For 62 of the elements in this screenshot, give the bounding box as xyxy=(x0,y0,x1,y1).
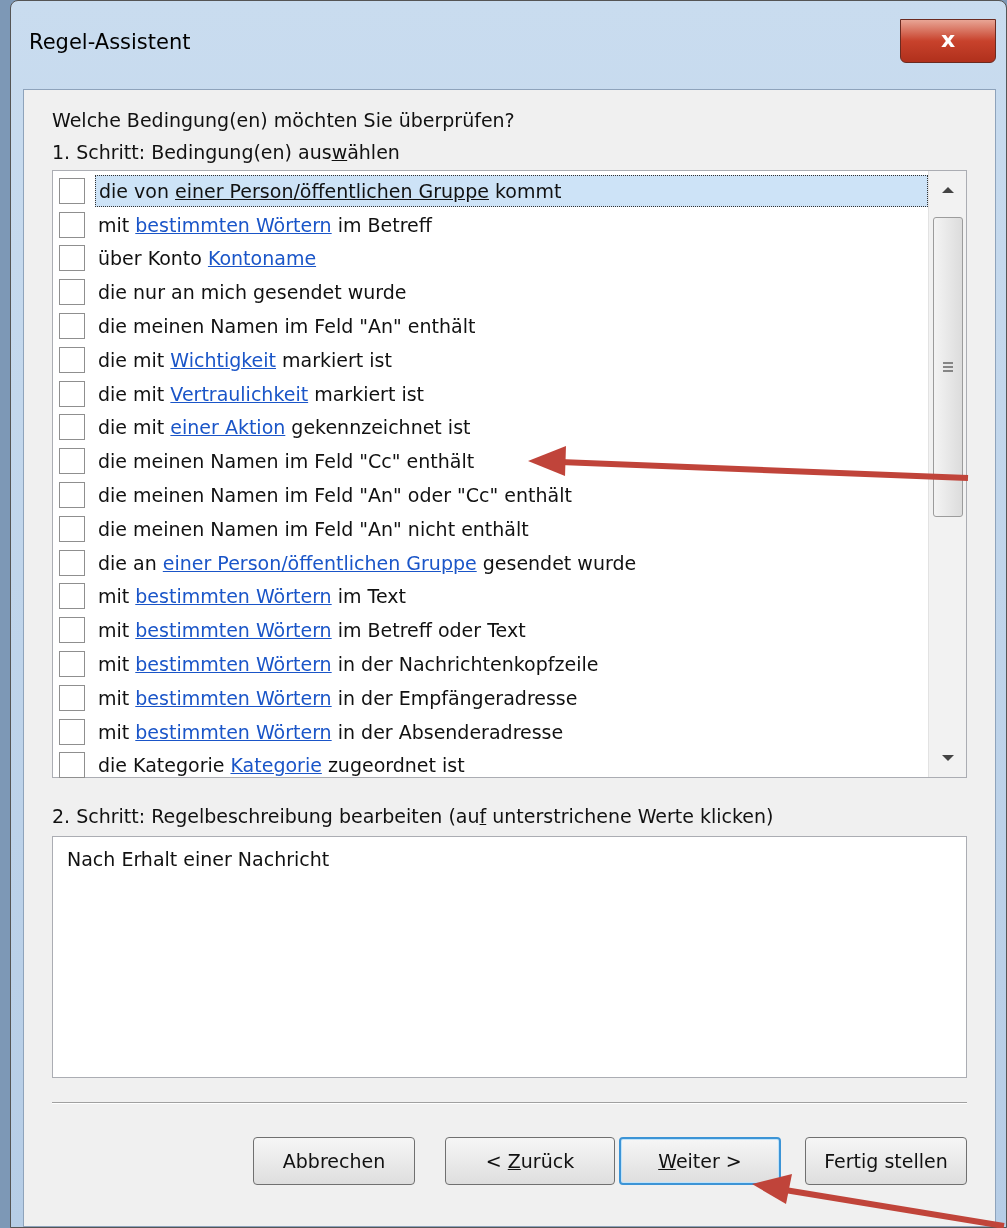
condition-item[interactable]: die nur an mich gesendet wurde xyxy=(95,277,410,308)
checkbox[interactable] xyxy=(59,448,85,475)
checkbox[interactable] xyxy=(59,177,85,204)
condition-item[interactable]: mit bestimmten Wörtern in der Empfängeradresse xyxy=(95,682,581,713)
condition-item[interactable]: die mit Wichtigkeit markiert ist xyxy=(95,344,395,375)
value-link[interactable]: einer Person/öffentlichen Gruppe xyxy=(162,551,477,574)
condition-item[interactable]: die Kategorie Kategorie zugeordnet ist xyxy=(95,750,468,781)
dialog-button[interactable]: Fertig stellen xyxy=(805,1137,967,1185)
value-link[interactable]: bestimmten Wörtern xyxy=(135,720,332,743)
value-link[interactable]: bestimmten Wörtern xyxy=(135,213,332,236)
checkbox[interactable] xyxy=(59,279,85,306)
value-link[interactable]: Vertraulichkeit xyxy=(170,382,309,405)
value-link[interactable]: einer Person/öffentlichen Gruppe xyxy=(175,179,489,202)
value-link[interactable]: Wichtigkeit xyxy=(170,348,277,371)
checkbox[interactable] xyxy=(59,380,85,407)
description-text: Nach Erhalt einer Nachricht xyxy=(67,848,330,870)
condition-item[interactable]: mit bestimmten Wörtern in der Absenderadresse xyxy=(95,716,567,747)
checkbox[interactable] xyxy=(59,684,85,711)
condition-item[interactable]: die meinen Namen im Feld "An" nicht enthält xyxy=(95,513,532,544)
checkbox[interactable] xyxy=(59,313,85,340)
checkbox[interactable] xyxy=(59,583,85,610)
condition-item[interactable]: die meinen Namen im Feld "An" oder "Cc" enthält xyxy=(95,480,575,511)
condition-item[interactable]: mit bestimmten Wörtern in der Nachrichtenkopfzeile xyxy=(95,649,602,680)
scrollbar[interactable] xyxy=(928,171,966,777)
close-button[interactable]: x xyxy=(900,19,996,63)
checkbox[interactable] xyxy=(59,346,85,373)
checkbox[interactable] xyxy=(59,211,85,238)
condition-item[interactable]: mit bestimmten Wörtern im Text xyxy=(95,581,409,612)
condition-item[interactable]: die an einer Person/öffentlichen Gruppe gesendet wurde xyxy=(95,547,640,578)
checkbox[interactable] xyxy=(59,482,85,509)
checkbox[interactable] xyxy=(59,549,85,576)
checkbox[interactable] xyxy=(59,515,85,542)
dialog-button[interactable]: Weiter > xyxy=(619,1137,781,1185)
condition-item[interactable]: mit bestimmten Wörtern im Betreff xyxy=(95,209,435,240)
condition-item[interactable]: die meinen Namen im Feld "An" enthält xyxy=(95,311,479,342)
checkbox[interactable] xyxy=(59,245,85,272)
dialog-button[interactable]: < Zurück xyxy=(445,1137,615,1185)
window-title: Regel-Assistent xyxy=(28,29,191,56)
condition-item[interactable]: die von einer Person/öffentlichen Gruppe kommt xyxy=(95,174,928,207)
checkbox[interactable] xyxy=(59,617,85,644)
value-link[interactable]: Kategorie xyxy=(230,754,322,777)
condition-item[interactable]: die mit Vertraulichkeit markiert ist xyxy=(95,378,428,409)
step-label: 2. Schritt: Regelbeschreibung bearbeiten (auf unterstrichene Werte klicken) xyxy=(52,804,775,829)
rule-description-box[interactable]: Nach Erhalt einer Nachricht xyxy=(52,836,967,1078)
condition-item[interactable]: die meinen Namen im Feld "Cc" enthält xyxy=(95,446,478,477)
value-link[interactable]: bestimmten Wörtern xyxy=(135,585,332,608)
value-link[interactable]: bestimmten Wörtern xyxy=(135,619,332,642)
value-link[interactable]: einer Aktion xyxy=(170,416,286,439)
value-link[interactable]: bestimmten Wörtern xyxy=(135,653,332,676)
question-label: Welche Bedingung(en) möchten Sie überprüfen? xyxy=(52,108,516,133)
condition-item[interactable]: die mit einer Aktion gekennzeichnet ist xyxy=(95,412,474,443)
checkbox[interactable] xyxy=(59,414,85,441)
dialog-button[interactable]: Abbrechen xyxy=(253,1137,415,1185)
checkbox[interactable] xyxy=(59,651,85,678)
condition-item[interactable]: über Konto Kontoname xyxy=(95,243,320,274)
value-link[interactable]: Kontoname xyxy=(207,247,317,270)
condition-item[interactable]: mit bestimmten Wörtern im Betreff oder Text xyxy=(95,615,529,646)
step-label: 1. Schritt: Bedingung(en) auswählen xyxy=(52,140,401,165)
value-link[interactable]: bestimmten Wörtern xyxy=(135,686,332,709)
checkbox[interactable] xyxy=(59,718,85,745)
scroll-thumb[interactable] xyxy=(932,217,963,517)
checkbox[interactable] xyxy=(59,752,85,779)
